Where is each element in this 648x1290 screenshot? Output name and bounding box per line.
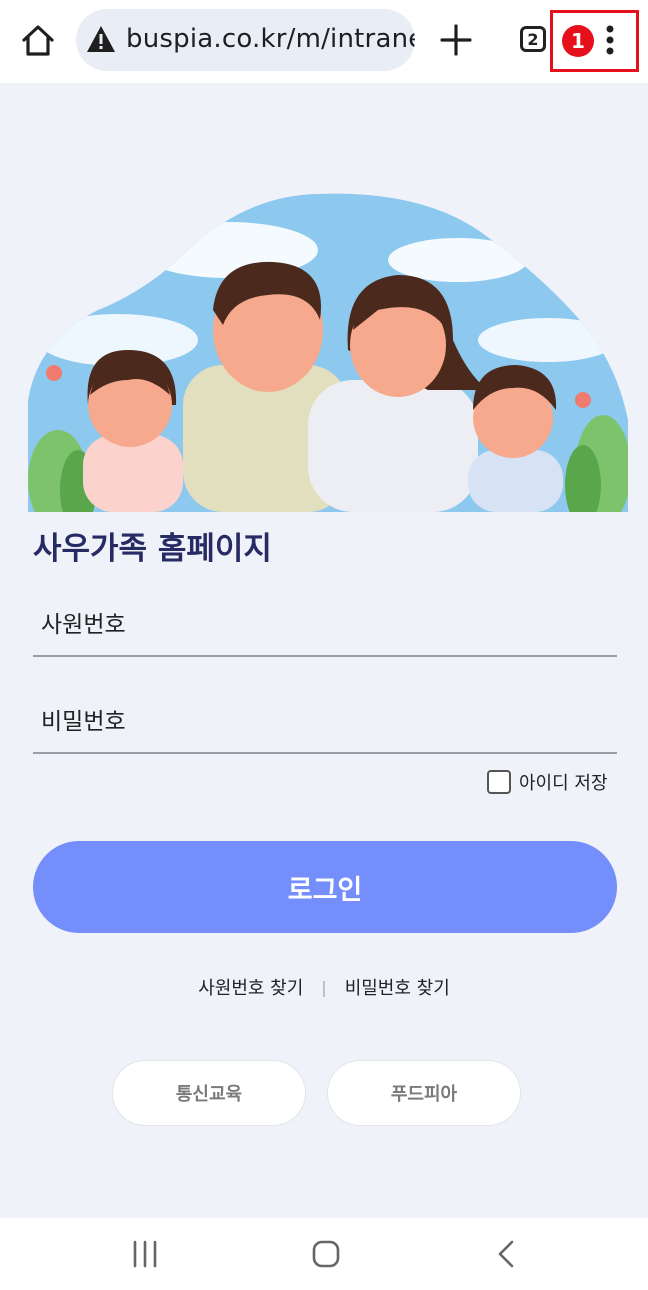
telecom-education-button[interactable]: 통신교육	[112, 1060, 306, 1126]
save-id-option[interactable]: 아이디 저장	[487, 768, 608, 796]
home-icon[interactable]	[18, 20, 58, 60]
employee-id-field[interactable]	[33, 595, 617, 657]
address-bar[interactable]: buspia.co.kr/m/intrane	[76, 9, 415, 71]
password-field[interactable]	[33, 692, 617, 754]
recents-icon[interactable]	[132, 1240, 158, 1268]
warning-icon[interactable]	[86, 25, 116, 53]
notification-badge: 1	[562, 25, 594, 57]
back-icon[interactable]	[496, 1240, 516, 1268]
family-illustration	[28, 193, 628, 512]
tab-count: 2	[527, 29, 539, 49]
system-nav-bar	[0, 1218, 648, 1290]
home-nav-icon[interactable]	[312, 1240, 340, 1268]
foodpia-label: 푸드피아	[390, 1084, 458, 1105]
find-password-link[interactable]: 비밀번호 찾기	[345, 974, 450, 1000]
employee-id-input[interactable]	[33, 595, 617, 655]
find-employee-id-link[interactable]: 사원번호 찾기	[198, 974, 303, 1000]
link-separator: |	[321, 977, 327, 997]
url-text[interactable]: buspia.co.kr/m/intrane	[126, 24, 415, 54]
more-vert-icon[interactable]	[598, 22, 622, 58]
save-id-checkbox[interactable]	[487, 770, 511, 794]
password-input[interactable]	[33, 692, 617, 752]
login-button-label: 로그인	[287, 874, 363, 906]
tab-switcher-button[interactable]: 2	[520, 26, 546, 52]
page-title: 사우가족 홈페이지	[33, 531, 272, 567]
notification-count: 1	[571, 29, 585, 53]
browser-toolbar: buspia.co.kr/m/intrane 2 1	[0, 0, 648, 83]
plus-icon[interactable]	[438, 22, 474, 58]
save-id-label[interactable]: 아이디 저장	[519, 769, 608, 795]
login-button[interactable]: 로그인	[33, 841, 617, 933]
telecom-education-label: 통신교육	[175, 1084, 243, 1105]
foodpia-button[interactable]: 푸드피아	[327, 1060, 521, 1126]
find-links: 사원번호 찾기 | 비밀번호 찾기	[0, 974, 648, 1000]
